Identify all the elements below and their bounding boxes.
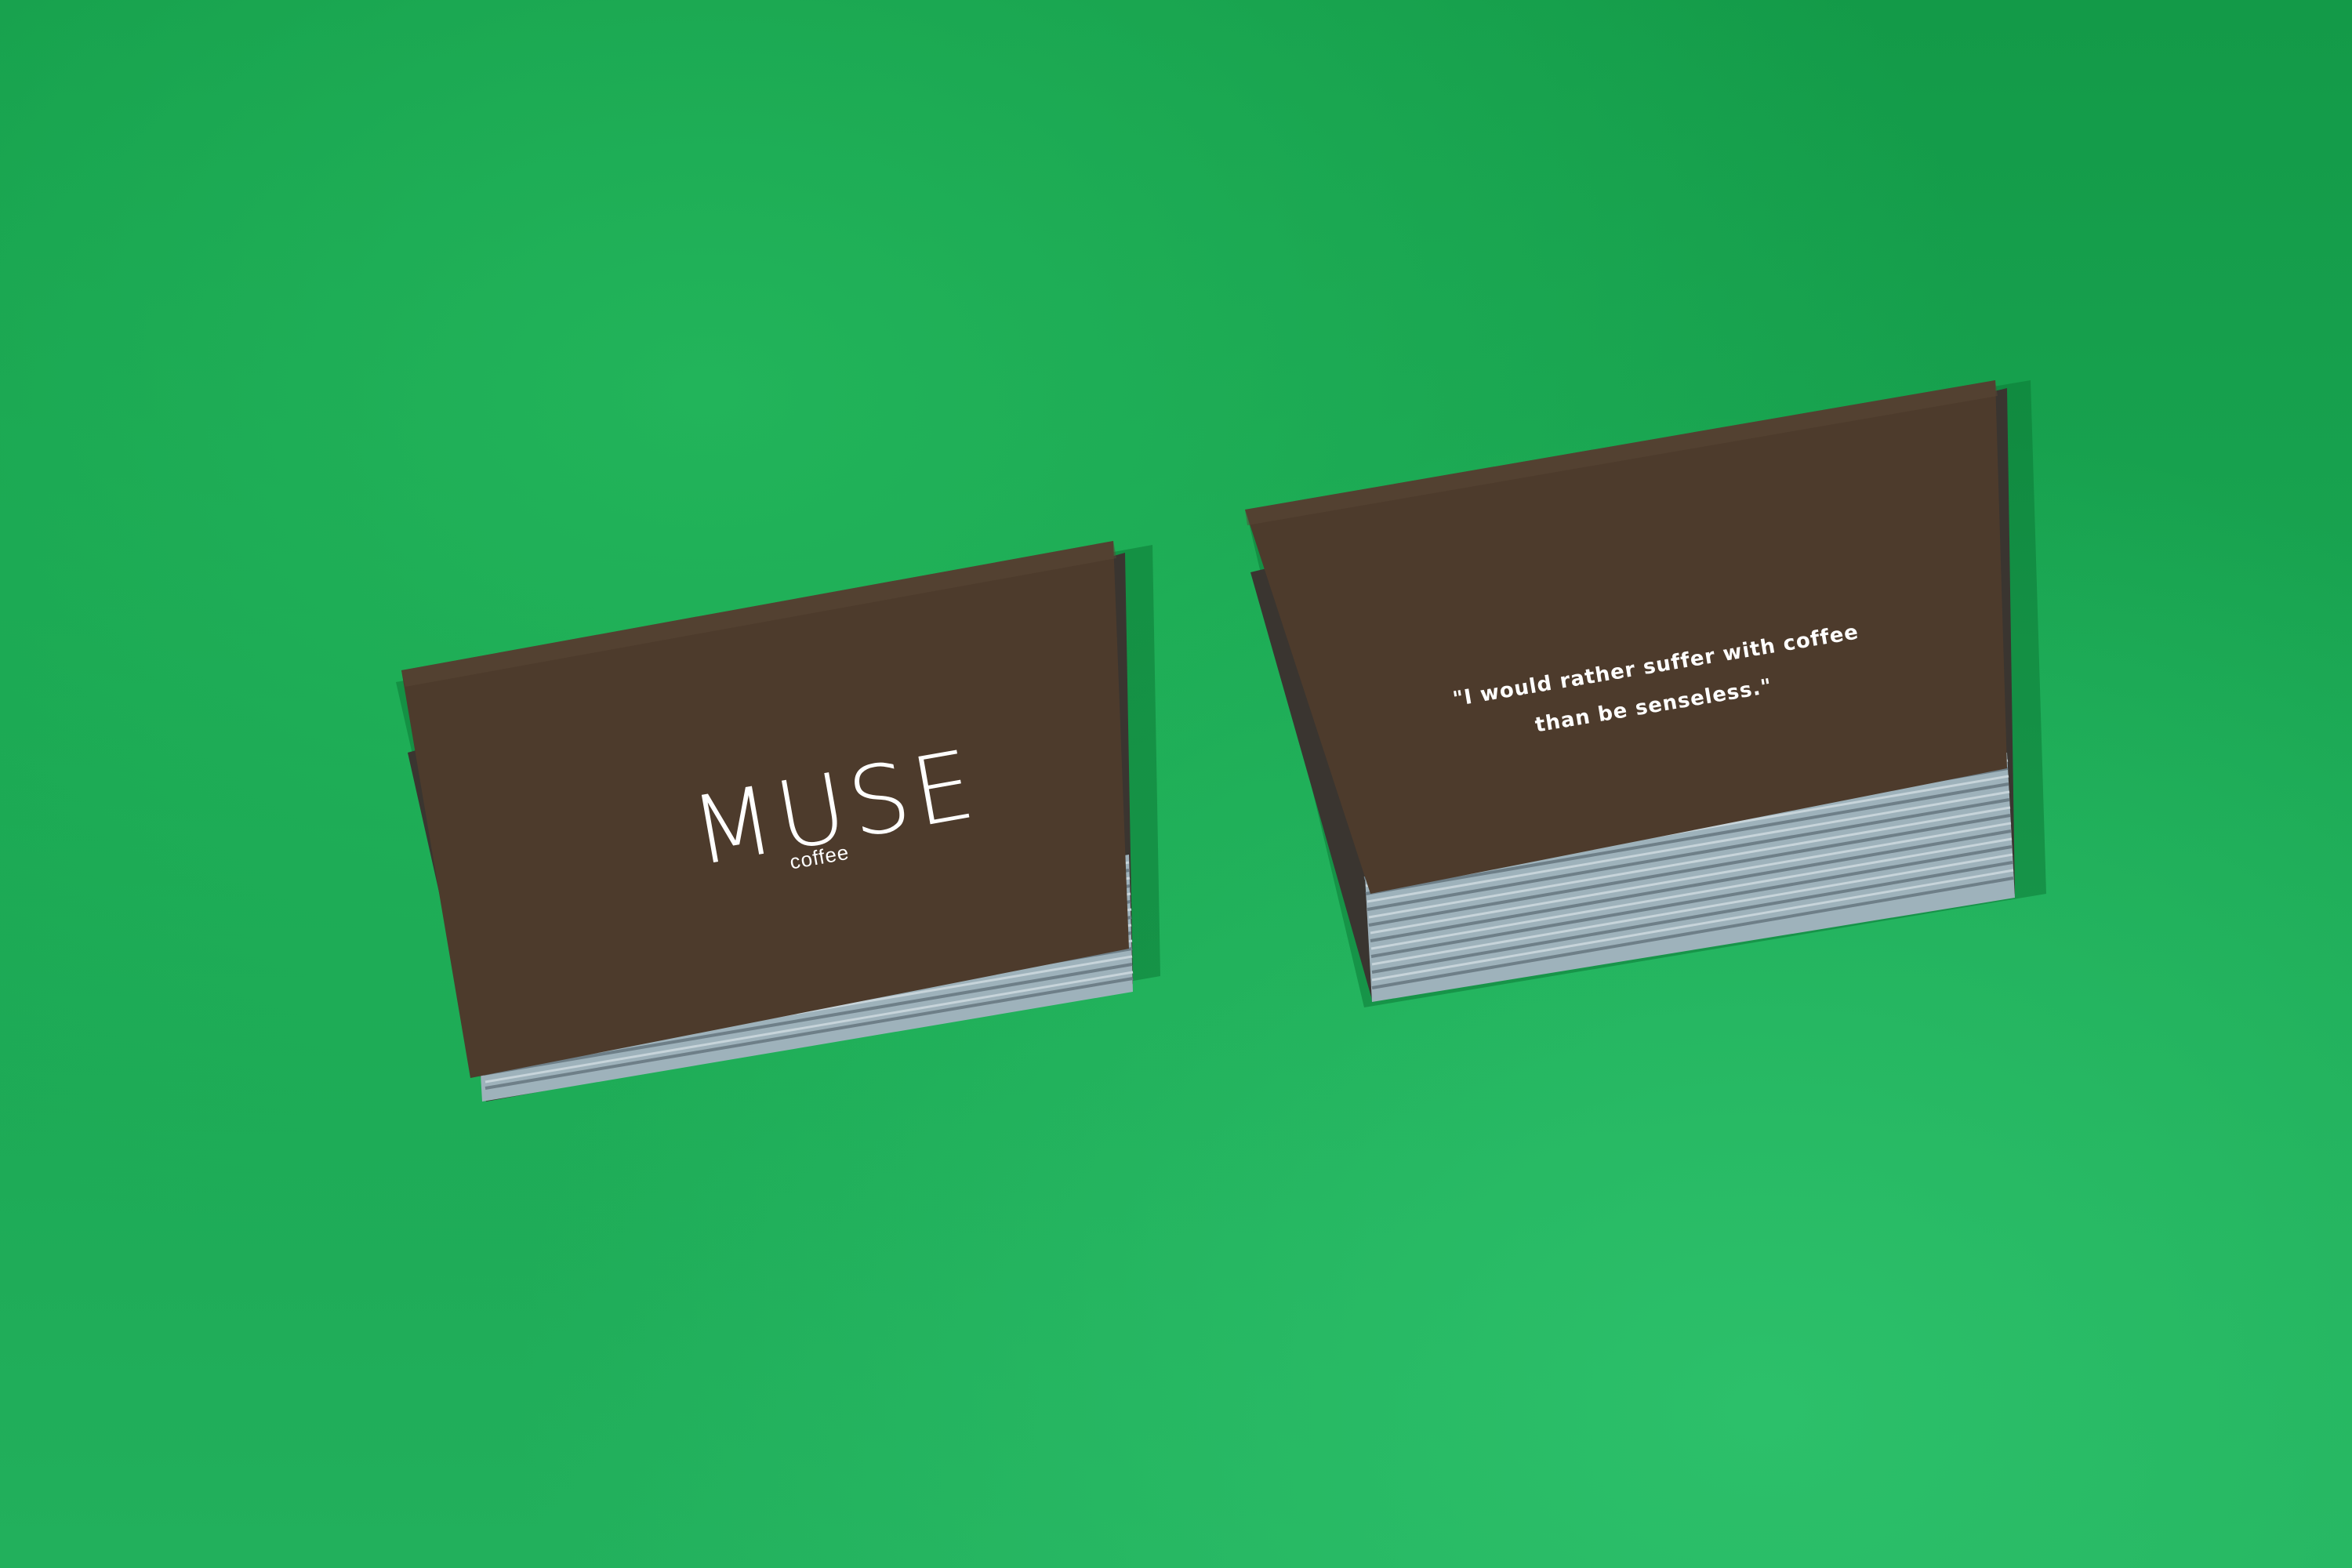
green-backdrop: MUSE coffee "I would rather suffer with …: [0, 0, 2352, 1568]
card-stacks-illustration: [396, 380, 2046, 1102]
